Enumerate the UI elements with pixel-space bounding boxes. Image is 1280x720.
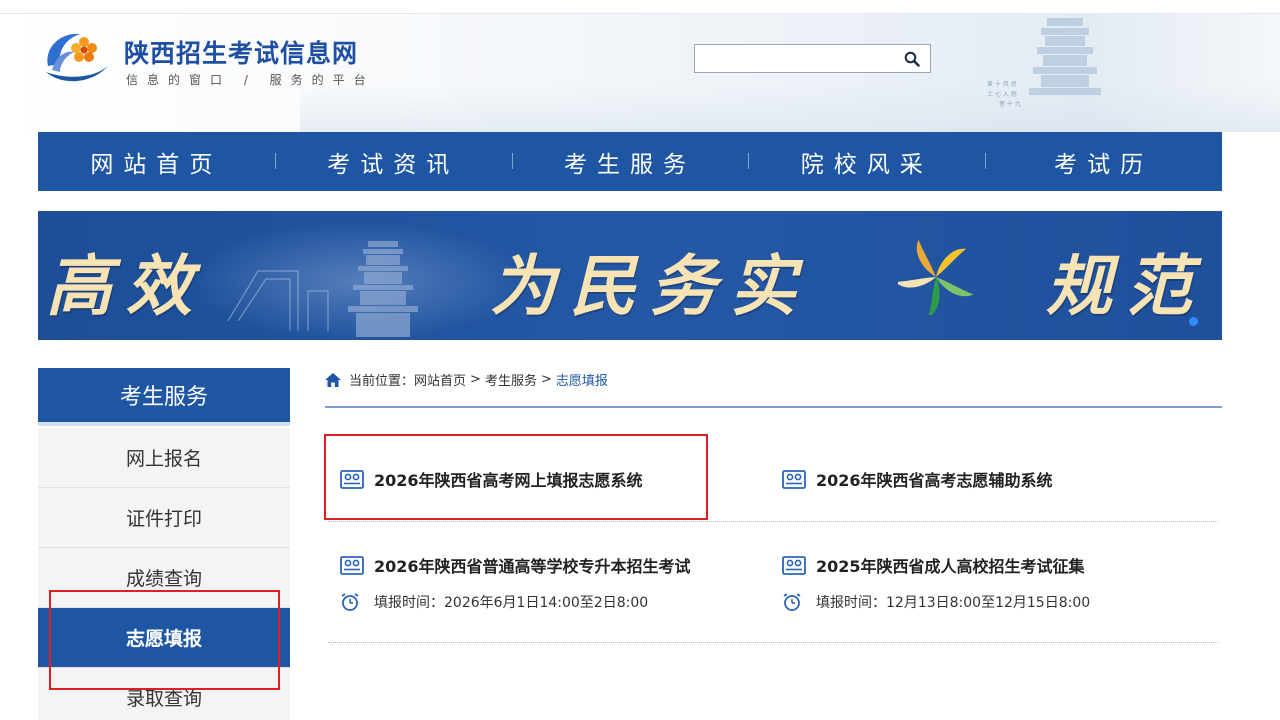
nav-item-colleges[interactable]: 院校风采 xyxy=(748,145,985,179)
banner-gate-decoration-icon xyxy=(227,241,418,337)
sidebar-item-online-registration[interactable]: 网上报名 xyxy=(38,428,290,488)
site-header: 陕西招生考试信息网 信息的窗口 / 服务的平台 黄 十 风 思 土 七 入 雨 … xyxy=(0,14,1280,132)
site-logo-icon[interactable] xyxy=(38,26,114,88)
main-nav: 网站首页 考试资讯 考生服务 院校风采 考试历 xyxy=(38,132,1222,191)
search-input[interactable] xyxy=(695,45,895,72)
svg-text:黄 十 风 思: 黄 十 风 思 xyxy=(987,80,1017,88)
breadcrumb-section-link[interactable]: 考生服务 xyxy=(485,370,537,389)
alarm-clock-icon xyxy=(341,593,359,611)
sidebar-item-certificate-print[interactable]: 证件打印 xyxy=(38,488,290,548)
search-box xyxy=(694,44,931,73)
breadcrumb-prefix: 当前位置： xyxy=(349,374,415,389)
pagoda-decoration-icon: 黄 十 风 思 土 七 入 雨 者 十 九 xyxy=(987,18,1101,108)
link-title: 2026年陕西省高考志愿辅助系统 xyxy=(816,471,1053,490)
link-adult-college-exam-time: 填报时间：12月13日8:00至12月15日8:00 xyxy=(782,592,1090,612)
search-icon xyxy=(904,51,920,67)
banner: 高效 为民务实 规范 xyxy=(38,211,1222,340)
row-divider xyxy=(328,642,1218,643)
svg-text:者 十 九: 者 十 九 xyxy=(999,100,1021,108)
alarm-clock-icon xyxy=(783,593,801,611)
link-adult-college-exam[interactable]: 2025年陕西省成人高校招生考试征集 xyxy=(782,553,1085,577)
site-title: 陕西招生考试信息网 xyxy=(124,39,359,68)
banner-word-efficient: 高效 xyxy=(46,247,206,325)
link-upgrade-exam-time: 填报时间：2026年6月1日14:00至2日8:00 xyxy=(340,592,648,612)
highlight-box-sidebar xyxy=(49,590,280,690)
site-slogan: 信息的窗口 / 服务的平台 xyxy=(126,73,375,87)
fill-time-text: 填报时间：2026年6月1日14:00至2日8:00 xyxy=(374,595,649,611)
breadcrumb-separator: > xyxy=(470,372,481,387)
pinwheel-emblem-icon xyxy=(898,239,974,315)
banner-word-standard: 规范 xyxy=(1046,247,1206,325)
svg-text:土 七 入 雨: 土 七 入 雨 xyxy=(987,90,1017,98)
breadcrumb: 当前位置： 网站首页 > 考生服务 > 志愿填报 xyxy=(325,370,608,389)
link-title: 2026年陕西省普通高等学校专升本招生考试 xyxy=(374,557,691,576)
doc-person-icon xyxy=(782,470,806,489)
nav-item-exam-calendar[interactable]: 考试历 xyxy=(985,145,1222,179)
breadcrumb-current: 志愿填报 xyxy=(555,374,608,389)
breadcrumb-home-link[interactable]: 网站首页 xyxy=(414,370,466,389)
doc-person-icon xyxy=(340,556,364,575)
link-title: 2025年陕西省成人高校招生考试征集 xyxy=(816,557,1085,576)
banner-word-service: 为民务实 xyxy=(490,247,810,325)
sidebar-title: 考生服务 xyxy=(38,368,290,426)
nav-item-home[interactable]: 网站首页 xyxy=(38,145,275,179)
link-volunteer-assist-system[interactable]: 2026年陕西省高考志愿辅助系统 xyxy=(782,467,1053,491)
nav-item-exam-news[interactable]: 考试资讯 xyxy=(274,145,512,179)
highlight-box-link xyxy=(324,434,708,520)
doc-person-icon xyxy=(782,556,806,575)
home-icon xyxy=(325,372,341,387)
breadcrumb-separator: > xyxy=(540,372,552,387)
fill-time-text: 填报时间：12月13日8:00至12月15日8:00 xyxy=(816,595,1091,611)
row-divider xyxy=(328,521,1218,522)
top-border xyxy=(0,0,1280,14)
breadcrumb-divider xyxy=(325,406,1222,408)
nav-item-student-services[interactable]: 考生服务 xyxy=(511,145,749,179)
link-upgrade-exam[interactable]: 2026年陕西省普通高等学校专升本招生考试 xyxy=(340,553,691,577)
search-button[interactable] xyxy=(895,45,929,72)
banner-carousel-dot[interactable] xyxy=(1189,317,1198,326)
